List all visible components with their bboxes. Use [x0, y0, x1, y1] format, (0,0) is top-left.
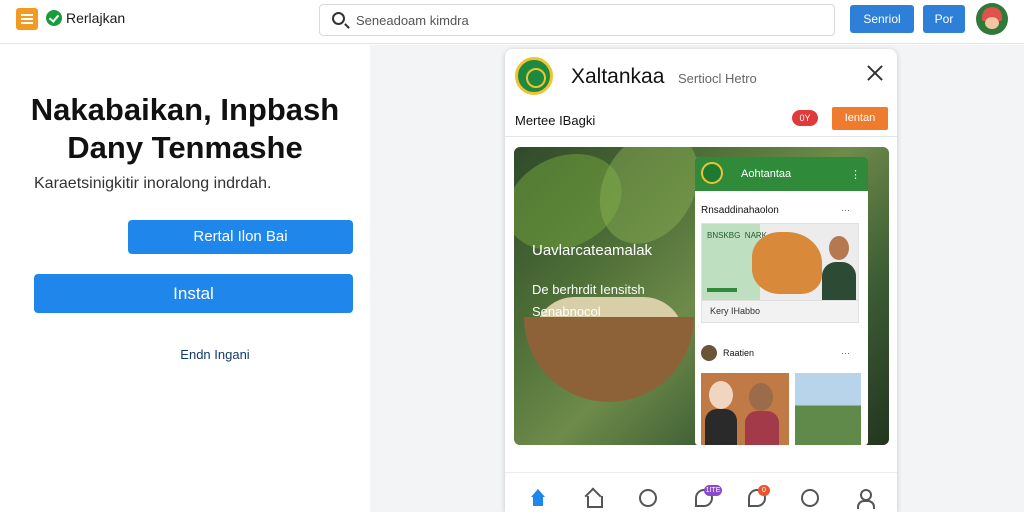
- modal-subtitle: Sertiocl Hetro: [678, 71, 757, 86]
- phone-card-caption: Kery IHabbo: [701, 301, 859, 323]
- app-logo-icon: [515, 57, 553, 95]
- hero-subtitle: Karaetsinigkitir inoralong indrdah.: [34, 175, 272, 192]
- modal-action-button[interactable]: Ientan: [832, 107, 888, 130]
- verified-check-icon: [46, 10, 62, 26]
- brand-name[interactable]: Rerlajkan: [66, 10, 125, 26]
- store-icon[interactable]: [584, 489, 603, 508]
- app-preview-modal: Xaltankaa Sertiocl Hetro Mertee IBagki 0…: [505, 49, 897, 512]
- news-accent-bar: [707, 288, 737, 292]
- chat-badge: 1ITE: [704, 485, 722, 496]
- news-thumbnail-text: BNSKBG NARK: [707, 231, 768, 240]
- community-icon[interactable]: [639, 489, 657, 507]
- modal-title: Xaltankaa: [571, 65, 665, 88]
- phone-card-caption-text: Kery IHabbo: [710, 306, 761, 316]
- profile-icon[interactable]: [855, 489, 875, 509]
- section-avatar: [701, 345, 717, 361]
- phone-card-label: Rnsaddinahaolon: [701, 205, 779, 216]
- top-secondary-button[interactable]: Por: [923, 5, 965, 33]
- primary-cta-button[interactable]: Rertal Ilon Bai: [128, 220, 353, 254]
- search-bar[interactable]: [319, 4, 835, 36]
- user-avatar[interactable]: [976, 3, 1008, 35]
- photo-caption-line-2: Senabnocol: [532, 304, 601, 319]
- home-icon[interactable]: [529, 489, 547, 507]
- bowl-image: [524, 317, 694, 402]
- status-pill: 0Y: [792, 110, 818, 126]
- person-image: [820, 234, 858, 300]
- photo-caption-line-1: De berhrdit Iensitsh: [532, 282, 645, 297]
- notifications-badge: 0: [758, 485, 770, 496]
- preview-photo: Uavlarcateamalak De berhrdit Iensitsh Se…: [514, 147, 889, 445]
- phone-logo-icon: [701, 162, 723, 184]
- landscape-photo[interactable]: [795, 373, 861, 445]
- phone-news-card[interactable]: BNSKBG NARK: [701, 223, 859, 301]
- explore-icon[interactable]: [801, 489, 819, 507]
- phone-header-title: Aohtantaa: [741, 168, 792, 180]
- hero-title: Nakabaikan, Inpbash Dany Tenmashe: [0, 91, 370, 167]
- modal-row-label: Mertee IBagki: [515, 113, 596, 128]
- more-horizontal-icon[interactable]: ···: [841, 205, 850, 215]
- search-icon: [332, 12, 345, 25]
- bottom-navigation: 1ITE 0: [505, 472, 897, 512]
- top-bar: Rerlajkan Senriol Por: [0, 0, 1024, 44]
- install-button[interactable]: Instal: [34, 274, 353, 313]
- photo-headline: Uavlarcateamalak: [532, 242, 653, 259]
- phone-header: Aohtantaa ⋮: [695, 157, 868, 191]
- people-photo[interactable]: [701, 373, 789, 445]
- landing-panel: Nakabaikan, Inpbash Dany Tenmashe Karaet…: [0, 45, 370, 512]
- more-vertical-icon[interactable]: ⋮: [850, 168, 861, 181]
- secondary-link[interactable]: Endn Ingani: [0, 347, 430, 362]
- close-icon[interactable]: [864, 62, 886, 84]
- menu-icon[interactable]: [16, 8, 38, 30]
- phone-screen-preview: Aohtantaa ⋮ Rnsaddinahaolon ··· BNSKBG N…: [695, 157, 868, 445]
- hero-title-line-1: Nakabaikan, Inpbash: [30, 92, 340, 127]
- search-input[interactable]: [356, 10, 816, 30]
- hero-title-line-2: Dany Tenmashe: [67, 130, 303, 165]
- modal-info-row: Mertee IBagki 0Y Ientan: [505, 107, 897, 137]
- top-action-button[interactable]: Senriol: [850, 5, 914, 33]
- tiger-image: [752, 232, 822, 294]
- more-horizontal-icon[interactable]: ···: [841, 348, 850, 358]
- phone-section-label: Raatien: [723, 348, 755, 358]
